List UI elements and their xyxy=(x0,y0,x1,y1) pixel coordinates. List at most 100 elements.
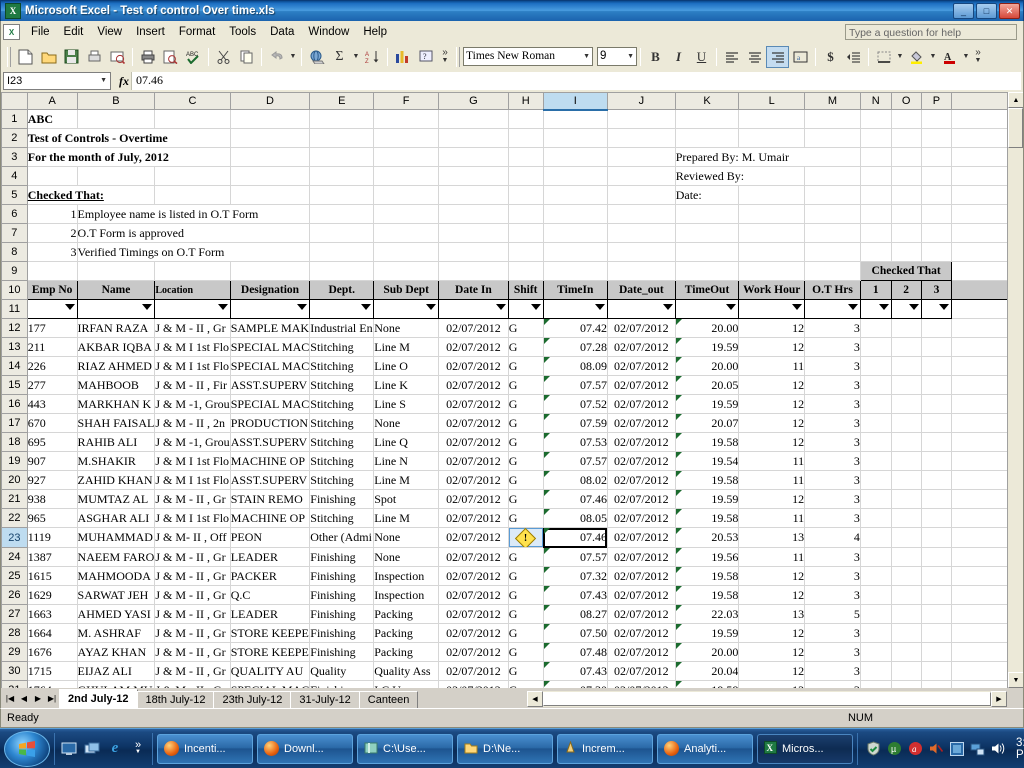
cell-check-3-row-31[interactable] xyxy=(921,680,953,688)
cell-date-in-row-21[interactable]: 02/07/2012 xyxy=(438,489,509,509)
spelling-icon[interactable]: ABC xyxy=(182,46,205,68)
cell-date-in-row-25[interactable]: 02/07/2012 xyxy=(438,566,509,586)
cell-location-row-12[interactable]: J & M - II , Gr xyxy=(154,318,231,338)
cell-name-row-20[interactable]: ZAHID KHAN xyxy=(77,470,156,490)
cell-J9[interactable] xyxy=(607,261,676,281)
cell-I3[interactable] xyxy=(543,147,608,167)
cell-check-1-row-30[interactable] xyxy=(860,661,892,681)
table-header-ot-hrs[interactable]: O.T Hrs xyxy=(804,280,861,300)
cell-K4[interactable]: Reviewed By: xyxy=(675,166,806,186)
cell-sub-dept-row-16[interactable]: Line S xyxy=(373,394,440,414)
sheet-nav-first[interactable]: |◀ xyxy=(3,690,17,706)
select-all-button[interactable] xyxy=(1,92,28,110)
column-header-D[interactable]: D xyxy=(229,92,311,110)
cell-emp-no-row-28[interactable]: 1664 xyxy=(27,623,78,643)
cell-check-1-row-16[interactable] xyxy=(860,394,892,414)
cell-check-2-row-21[interactable] xyxy=(891,489,922,509)
cell-check-3-row-12[interactable] xyxy=(921,318,953,338)
cell-M1[interactable] xyxy=(804,109,861,129)
cell-ot-hrs-row-22[interactable]: 3 xyxy=(804,508,861,528)
cell-B4[interactable] xyxy=(77,166,156,186)
cell-date-in-row-23[interactable]: 02/07/2012 xyxy=(438,527,509,548)
cell-shift-row-30[interactable]: G xyxy=(508,661,544,681)
spreadsheet-grid[interactable]: A B C D E F G H I J K L M N O P 1 ABC 2 … xyxy=(0,92,1024,688)
cell-time-in-row-27[interactable]: 08.27 xyxy=(543,604,608,624)
menu-item-insert[interactable]: Insert xyxy=(129,23,172,41)
cell-time-in-row-28[interactable]: 07.50 xyxy=(543,623,608,643)
cell-check-2-row-30[interactable] xyxy=(891,661,922,681)
cell-name-row-31[interactable]: GHULAM MU xyxy=(77,680,156,688)
cell-P2[interactable] xyxy=(921,128,953,148)
cell-check-1-row-31[interactable] xyxy=(860,680,892,688)
filter-dropdown-icon[interactable] xyxy=(64,304,75,310)
cell-G2[interactable] xyxy=(438,128,509,148)
cell-ot-hrs-row-18[interactable]: 3 xyxy=(804,432,861,452)
cell-shift-row-13[interactable]: G xyxy=(508,337,544,357)
cell-date-out-row-19[interactable]: 02/07/2012 xyxy=(607,451,676,471)
cell-sub-dept-row-26[interactable]: Inspection xyxy=(373,585,440,605)
cell-C1[interactable] xyxy=(154,109,231,129)
tray-antivirus-icon[interactable] xyxy=(866,741,881,757)
cell-designation-row-28[interactable]: STORE KEEPE xyxy=(230,623,311,643)
column-header-G[interactable]: G xyxy=(438,92,509,110)
column-header-H[interactable]: H xyxy=(507,92,544,110)
cell-check-3-row-28[interactable] xyxy=(921,623,953,643)
cell-check-1-row-12[interactable] xyxy=(860,318,892,338)
sheet-nav-prev[interactable]: ◀ xyxy=(17,690,31,706)
cell-C5[interactable] xyxy=(154,185,231,205)
cell-time-out-row-17[interactable]: 20.07 xyxy=(675,413,740,433)
row-header-8[interactable]: 8 xyxy=(1,242,28,262)
cell-location-row-15[interactable]: J & M - II , Fir xyxy=(154,375,231,395)
filter-dropdown-icon[interactable] xyxy=(361,304,372,310)
cell-check-3-row-15[interactable] xyxy=(921,375,953,395)
row-header-15[interactable]: 15 xyxy=(1,375,28,395)
fill-color-icon[interactable] xyxy=(905,46,928,68)
cell-sub-dept-row-23[interactable]: None xyxy=(373,527,440,548)
cell-dept-row-28[interactable]: Finishing xyxy=(309,623,375,643)
cell-emp-no-row-22[interactable]: 965 xyxy=(27,508,78,528)
cell-J2[interactable] xyxy=(607,128,676,148)
cell-shift-row-21[interactable]: G xyxy=(508,489,544,509)
cell-E8[interactable] xyxy=(309,242,375,262)
cell-date-out-row-26[interactable]: 02/07/2012 xyxy=(607,585,676,605)
cell-L9[interactable] xyxy=(738,261,806,281)
undo-icon[interactable] xyxy=(265,46,288,68)
cell-shift-row-17[interactable]: G xyxy=(508,413,544,433)
cell-time-out-row-18[interactable]: 19.58 xyxy=(675,432,740,452)
maximize-button[interactable]: □ xyxy=(976,3,997,19)
cell-O8[interactable] xyxy=(891,242,922,262)
cell-sub-dept-row-25[interactable]: Inspection xyxy=(373,566,440,586)
cell-D9[interactable] xyxy=(230,261,311,281)
cell-F3[interactable] xyxy=(373,147,440,167)
cell-sub-dept-row-27[interactable]: Packing xyxy=(373,604,440,624)
toolbar-overflow-icon[interactable]: » ▼ xyxy=(437,46,453,68)
filter-dropdown-icon[interactable] xyxy=(426,304,437,310)
cell-sub-dept-row-12[interactable]: None xyxy=(373,318,440,338)
cell-date-in-row-31[interactable]: 02/07/2012 xyxy=(438,680,509,688)
cell-check-1-row-17[interactable] xyxy=(860,413,892,433)
row-header-23[interactable]: 23 xyxy=(1,527,28,548)
taskbar-item-dnew[interactable]: D:\Ne... xyxy=(457,733,553,764)
cell-shift-row-22[interactable]: G xyxy=(508,508,544,528)
cell-date-in-row-19[interactable]: 02/07/2012 xyxy=(438,451,509,471)
taskbar-item-microsoft-excel[interactable]: X Micros... xyxy=(757,733,853,764)
cell-check-1-row-13[interactable] xyxy=(860,337,892,357)
cell-check-3-row-13[interactable] xyxy=(921,337,953,357)
cell-time-in-row-26[interactable]: 07.43 xyxy=(543,585,608,605)
cell-date-in-row-13[interactable]: 02/07/2012 xyxy=(438,337,509,357)
cell-emp-no-row-13[interactable]: 211 xyxy=(27,337,78,357)
horizontal-scrollbar[interactable]: ◀ ▶ xyxy=(527,691,1007,707)
cell-H8[interactable] xyxy=(508,242,544,262)
cell-time-out-row-15[interactable]: 20.05 xyxy=(675,375,740,395)
cell-location-row-23[interactable]: J & M- II , Off xyxy=(154,527,231,548)
taskbar-clock[interactable]: 3:58 PM xyxy=(1012,737,1024,761)
cell-ot-hrs-row-21[interactable]: 3 xyxy=(804,489,861,509)
filter-shift[interactable] xyxy=(507,299,544,319)
cell-J3[interactable] xyxy=(607,147,676,167)
close-button[interactable]: ✕ xyxy=(999,3,1020,19)
cell-designation-row-26[interactable]: Q.C xyxy=(230,585,311,605)
cell-H2[interactable] xyxy=(508,128,544,148)
cell-check-1-row-26[interactable] xyxy=(860,585,892,605)
cell-check-3-row-23[interactable] xyxy=(921,527,953,548)
cell-emp-no-row-14[interactable]: 226 xyxy=(27,356,78,376)
